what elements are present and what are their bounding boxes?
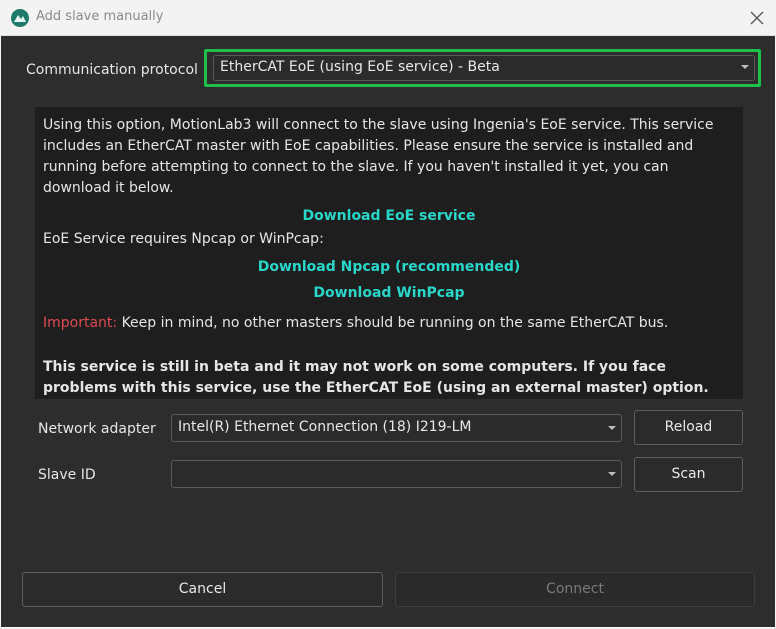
important-text: Keep in mind, no other masters should be… (117, 315, 669, 331)
connect-button[interactable]: Connect (395, 572, 755, 607)
reload-button[interactable]: Reload (634, 410, 743, 445)
info-requires: EoE Service requires Npcap or WinPcap: (43, 231, 324, 247)
info-intro: Using this option, MotionLab3 will conne… (43, 117, 714, 196)
download-npcap-link[interactable]: Download Npcap (recommended) (43, 257, 735, 278)
protocol-select[interactable]: EtherCAT EoE (using EoE service) - Beta (213, 55, 755, 81)
dialog-body: Communication protocol EtherCAT EoE (usi… (1, 36, 775, 627)
info-important: Important: Keep in mind, no other master… (43, 313, 735, 334)
slave-id-select[interactable] (171, 460, 622, 488)
slave-id-label: Slave ID (38, 467, 96, 483)
download-winpcap-link[interactable]: Download WinPcap (43, 283, 735, 304)
title-bar: Add slave manually (0, 0, 776, 36)
app-logo-icon (11, 9, 29, 27)
network-adapter-select[interactable]: Intel(R) Ethernet Connection (18) I219-L… (171, 414, 622, 442)
window-title: Add slave manually (36, 9, 164, 24)
close-icon[interactable] (748, 9, 766, 27)
cancel-button[interactable]: Cancel (22, 572, 383, 607)
chevron-down-icon (741, 65, 749, 69)
download-eoe-link[interactable]: Download EoE service (43, 206, 735, 227)
beta-warning: This service is still in beta and it may… (43, 359, 709, 396)
protocol-label: Communication protocol (26, 62, 198, 78)
chevron-down-icon (608, 426, 616, 430)
protocol-select-value: EtherCAT EoE (using EoE service) - Beta (220, 59, 500, 75)
info-panel: Using this option, MotionLab3 will conne… (35, 107, 743, 399)
scan-button[interactable]: Scan (634, 457, 743, 492)
network-adapter-value: Intel(R) Ethernet Connection (18) I219-L… (178, 419, 472, 435)
network-adapter-label: Network adapter (38, 421, 156, 437)
chevron-down-icon (608, 472, 616, 476)
important-label: Important: (43, 315, 118, 331)
